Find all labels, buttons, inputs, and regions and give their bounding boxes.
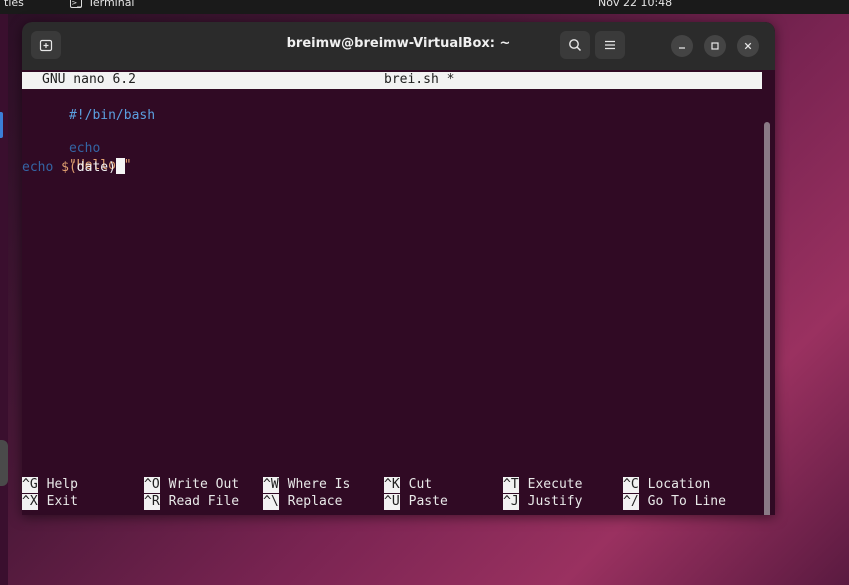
shortcut-help[interactable]: ^G Help bbox=[22, 477, 78, 494]
top-bar: ties >_ Terminal Nov 22 10:48 bbox=[0, 0, 849, 14]
echo-keyword: echo bbox=[22, 160, 54, 175]
search-icon bbox=[568, 38, 582, 52]
shortcut-label: Read File bbox=[168, 494, 240, 509]
nano-header-bar: GNU nano 6.2 brei.sh * bbox=[22, 72, 762, 89]
shortcut-key: ^W bbox=[263, 477, 279, 494]
shortcut-key: ^K bbox=[384, 477, 400, 494]
hamburger-menu-icon bbox=[604, 40, 616, 50]
dock-item[interactable] bbox=[0, 440, 8, 486]
shortcut-key: ^U bbox=[384, 494, 400, 511]
shortcut-key: ^O bbox=[144, 477, 160, 494]
shortcut-label: Justify bbox=[527, 494, 583, 509]
dock-active-indicator bbox=[0, 112, 3, 138]
shortcut-location[interactable]: ^C Location bbox=[623, 477, 711, 494]
shortcut-key: ^G bbox=[22, 477, 38, 494]
shortcut-label: Replace bbox=[287, 494, 343, 509]
shortcut-label: Paste bbox=[408, 494, 448, 509]
minimize-button[interactable] bbox=[671, 35, 693, 57]
shortcut-where-is[interactable]: ^W Where Is bbox=[263, 477, 351, 494]
shortcut-label: Location bbox=[647, 477, 711, 492]
app-menu-label: Terminal bbox=[88, 0, 135, 9]
nano-version: GNU nano 6.2 bbox=[42, 72, 136, 87]
shortcut-key: ^J bbox=[503, 494, 519, 511]
maximize-icon bbox=[710, 41, 720, 51]
shortcut-label: Where Is bbox=[287, 477, 351, 492]
terminal-area[interactable]: GNU nano 6.2 brei.sh * #!/bin/bash echo … bbox=[22, 70, 775, 515]
new-tab-icon bbox=[39, 38, 53, 52]
shortcut-execute[interactable]: ^T Execute bbox=[503, 477, 583, 494]
new-tab-button[interactable] bbox=[31, 31, 61, 59]
shortcut-label: Go To Line bbox=[647, 494, 726, 509]
search-button[interactable] bbox=[560, 31, 590, 59]
code-line-5[interactable]: echo $(date) bbox=[22, 158, 125, 176]
close-button[interactable] bbox=[737, 35, 759, 57]
shortcut-label: Write Out bbox=[168, 477, 240, 492]
shortcut-replace[interactable]: ^\ Replace bbox=[263, 494, 343, 511]
shortcut-key: ^R bbox=[144, 494, 160, 511]
clock[interactable]: Nov 22 10:48 bbox=[598, 0, 672, 9]
shortcut-label: Help bbox=[46, 477, 78, 492]
activities-button[interactable]: ties bbox=[4, 0, 24, 9]
terminal-app-icon: >_ bbox=[70, 0, 82, 8]
shortcut-label: Execute bbox=[527, 477, 583, 492]
text-cursor bbox=[115, 158, 125, 174]
dock bbox=[0, 14, 8, 585]
shortcut-read-file[interactable]: ^R Read File bbox=[144, 494, 240, 511]
subshell-close: ) bbox=[108, 160, 116, 175]
shortcut-key: ^C bbox=[623, 477, 639, 494]
terminal-window: breimw@breimw-VirtualBox: ~ GNU nano 6.2… bbox=[22, 22, 775, 515]
shortcut-label: Cut bbox=[408, 477, 433, 492]
minimize-icon bbox=[677, 41, 687, 51]
nano-shortcut-bar: ^G Help ^O Write Out ^W Where Is ^K Cut ^T Ex… bbox=[22, 475, 762, 511]
shortcut-key: ^T bbox=[503, 477, 519, 494]
window-titlebar[interactable]: breimw@breimw-VirtualBox: ~ bbox=[22, 22, 775, 70]
terminal-scrollbar[interactable] bbox=[764, 122, 770, 515]
echo-keyword: echo bbox=[68, 141, 101, 157]
shortcut-key: ^X bbox=[22, 494, 38, 511]
shortcut-cut[interactable]: ^K Cut bbox=[384, 477, 433, 494]
shortcut-key: ^\ bbox=[263, 494, 279, 511]
shortcut-label: Exit bbox=[46, 494, 78, 509]
shortcut-go-to-line[interactable]: ^/ Go To Line bbox=[623, 494, 726, 511]
shortcut-paste[interactable]: ^U Paste bbox=[384, 494, 448, 511]
maximize-button[interactable] bbox=[704, 35, 726, 57]
nano-filename: brei.sh * bbox=[384, 72, 455, 87]
shortcut-key: ^/ bbox=[623, 494, 639, 511]
shortcut-justify[interactable]: ^J Justify bbox=[503, 494, 583, 511]
command-text: date bbox=[76, 160, 109, 175]
shortcut-exit[interactable]: ^X Exit bbox=[22, 494, 78, 511]
shebang-text: #!/bin/bash bbox=[68, 108, 156, 124]
window-title: breimw@breimw-VirtualBox: ~ bbox=[286, 36, 511, 51]
shortcut-write-out[interactable]: ^O Write Out bbox=[144, 477, 240, 494]
app-menu[interactable]: >_ Terminal bbox=[70, 0, 135, 9]
close-icon bbox=[743, 41, 753, 51]
subshell-open: $( bbox=[61, 160, 77, 175]
menu-button[interactable] bbox=[595, 31, 625, 59]
